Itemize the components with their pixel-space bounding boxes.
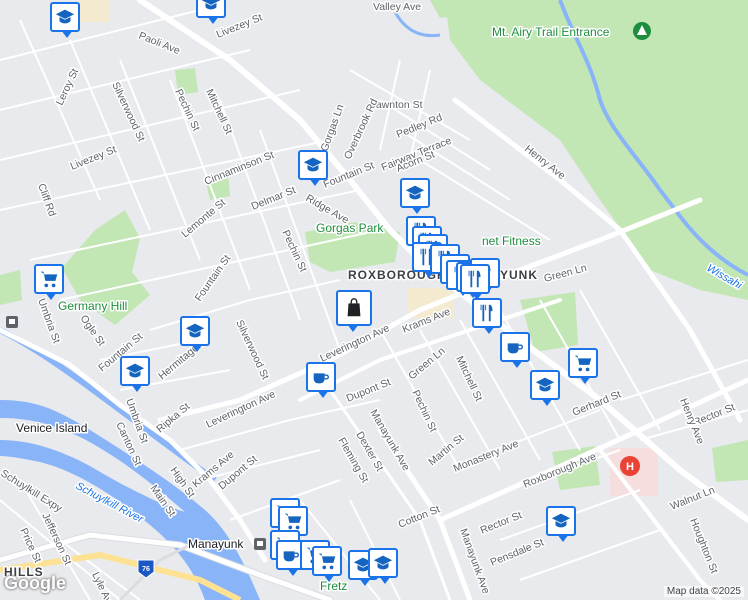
shopping-cart-icon xyxy=(40,271,58,288)
shopping-cart-icon xyxy=(574,355,592,372)
school-marker[interactable] xyxy=(400,178,430,214)
school-icon xyxy=(405,185,425,200)
school-icon xyxy=(551,513,571,528)
shield-number: 76 xyxy=(142,566,150,573)
park-small-6 xyxy=(0,270,22,305)
school-icon xyxy=(535,377,555,392)
street-label: Valley Ave xyxy=(373,1,421,13)
map-canvas[interactable]: 76 Valley Ave Paoli Ave Livezey St Leroy… xyxy=(0,0,748,600)
restaurant-marker[interactable] xyxy=(460,264,490,300)
shopping-cart-icon xyxy=(318,553,336,570)
cafe-marker[interactable] xyxy=(306,362,336,398)
grocery-marker[interactable] xyxy=(34,264,64,300)
place-venice-island[interactable]: Venice Island xyxy=(15,420,89,437)
google-logo: Google xyxy=(4,573,66,593)
coffee-cup-icon xyxy=(283,551,299,562)
school-icon xyxy=(55,9,75,24)
school-marker[interactable] xyxy=(546,506,576,542)
hospital-icon[interactable]: H xyxy=(620,456,640,476)
train-station-icon[interactable] xyxy=(254,538,266,550)
fork-knife-icon xyxy=(480,304,493,322)
shopping-marker[interactable] xyxy=(336,290,372,332)
school-icon xyxy=(303,157,323,172)
school-icon xyxy=(201,0,221,10)
place-gorgas-park[interactable]: Gorgas Park xyxy=(315,220,386,237)
train-station-icon[interactable] xyxy=(6,316,18,328)
school-marker[interactable] xyxy=(196,0,226,24)
place-mt-airy-trail[interactable]: Mt. Airy Trail Entrance xyxy=(491,24,612,41)
place-manayunk-station[interactable]: Manayunk xyxy=(187,536,246,553)
shopping-bag-icon xyxy=(347,298,361,317)
top-left-area xyxy=(80,0,110,22)
fork-knife-icon xyxy=(468,270,481,288)
shopping-cart-icon xyxy=(284,513,302,530)
coffee-cup-icon xyxy=(313,373,329,384)
school-marker[interactable] xyxy=(530,370,560,406)
place-planet-fitness[interactable]: net Fitness xyxy=(481,233,543,250)
school-marker[interactable] xyxy=(50,2,80,38)
grocery-marker[interactable] xyxy=(568,348,598,384)
school-marker[interactable] xyxy=(120,356,150,392)
svg-text:H: H xyxy=(626,461,634,473)
cafe-marker[interactable] xyxy=(500,332,530,368)
school-icon xyxy=(125,363,145,378)
restaurant-marker[interactable] xyxy=(472,298,502,334)
place-germany-hill[interactable]: Germany Hill xyxy=(57,298,129,315)
coffee-cup-icon xyxy=(507,343,523,354)
place-manayunk-area: YUNK xyxy=(500,268,538,282)
school-icon xyxy=(373,555,393,570)
school-icon xyxy=(185,323,205,338)
school-marker[interactable] xyxy=(368,548,398,584)
school-marker[interactable] xyxy=(298,150,328,186)
grocery-marker[interactable] xyxy=(312,546,342,582)
park-pin-icon[interactable] xyxy=(633,22,651,40)
school-marker[interactable] xyxy=(180,316,210,352)
map-attribution[interactable]: Map data ©2025 xyxy=(663,586,744,597)
